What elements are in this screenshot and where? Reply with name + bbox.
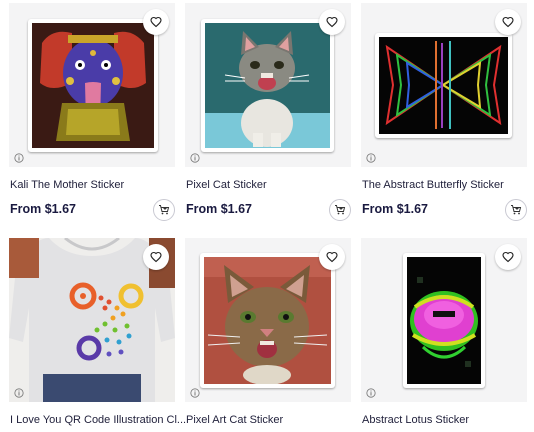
add-to-cart-button[interactable]: [329, 199, 351, 221]
product-image[interactable]: [361, 3, 527, 167]
butterfly-artwork: [379, 37, 508, 134]
product-price: From $1.67: [186, 202, 253, 216]
add-to-cart-icon: [511, 205, 522, 215]
product-title[interactable]: I Love You QR Code Illustration Cl...: [10, 414, 186, 426]
sticker-image: [200, 253, 335, 388]
sticker-image: [28, 19, 158, 152]
favorite-button[interactable]: [319, 244, 345, 270]
heart-icon: [150, 251, 162, 263]
add-to-cart-icon: [159, 205, 170, 215]
product-card[interactable]: The Abstract Butterfly Sticker From $1.6…: [361, 3, 527, 221]
info-icon[interactable]: [190, 388, 200, 398]
pixel-art-cat-artwork: [204, 257, 331, 384]
product-image[interactable]: [9, 238, 175, 402]
product-title[interactable]: Pixel Art Cat Sticker: [186, 414, 283, 426]
heart-icon: [326, 251, 338, 263]
product-price: From $1.67: [362, 202, 429, 216]
product-card[interactable]: Abstract Lotus Sticker: [361, 238, 527, 426]
product-image[interactable]: [185, 238, 351, 402]
sticker-image: [403, 253, 485, 388]
add-to-cart-button[interactable]: [153, 199, 175, 221]
heart-icon: [326, 16, 338, 28]
favorite-button[interactable]: [495, 9, 521, 35]
info-icon[interactable]: [190, 153, 200, 163]
heart-icon: [150, 16, 162, 28]
product-card[interactable]: Pixel Cat Sticker From $1.67: [185, 3, 351, 221]
lotus-artwork: [407, 257, 481, 384]
pixel-cat-artwork: [205, 23, 330, 148]
product-title[interactable]: The Abstract Butterfly Sticker: [362, 179, 504, 191]
product-card[interactable]: I Love You QR Code Illustration Cl...: [9, 238, 186, 426]
favorite-button[interactable]: [495, 244, 521, 270]
product-price: From $1.67: [10, 202, 77, 216]
sticker-image: [375, 33, 512, 138]
product-title[interactable]: Abstract Lotus Sticker: [362, 414, 469, 426]
info-icon[interactable]: [366, 388, 376, 398]
product-title[interactable]: Kali The Mother Sticker: [10, 179, 124, 191]
info-icon[interactable]: [14, 153, 24, 163]
sticker-image: [201, 19, 334, 152]
add-to-cart-button[interactable]: [505, 199, 527, 221]
heart-icon: [502, 251, 514, 263]
favorite-button[interactable]: [319, 9, 345, 35]
heart-icon: [502, 16, 514, 28]
product-image[interactable]: [9, 3, 175, 167]
favorite-button[interactable]: [143, 244, 169, 270]
product-card[interactable]: Kali The Mother Sticker From $1.67: [9, 3, 175, 221]
product-card[interactable]: Pixel Art Cat Sticker: [185, 238, 351, 426]
kali-artwork: [32, 23, 154, 148]
add-to-cart-icon: [335, 205, 346, 215]
info-icon[interactable]: [14, 388, 24, 398]
info-icon[interactable]: [366, 153, 376, 163]
product-image[interactable]: [185, 3, 351, 167]
product-title[interactable]: Pixel Cat Sticker: [186, 179, 267, 191]
product-image[interactable]: [361, 238, 527, 402]
favorite-button[interactable]: [143, 9, 169, 35]
